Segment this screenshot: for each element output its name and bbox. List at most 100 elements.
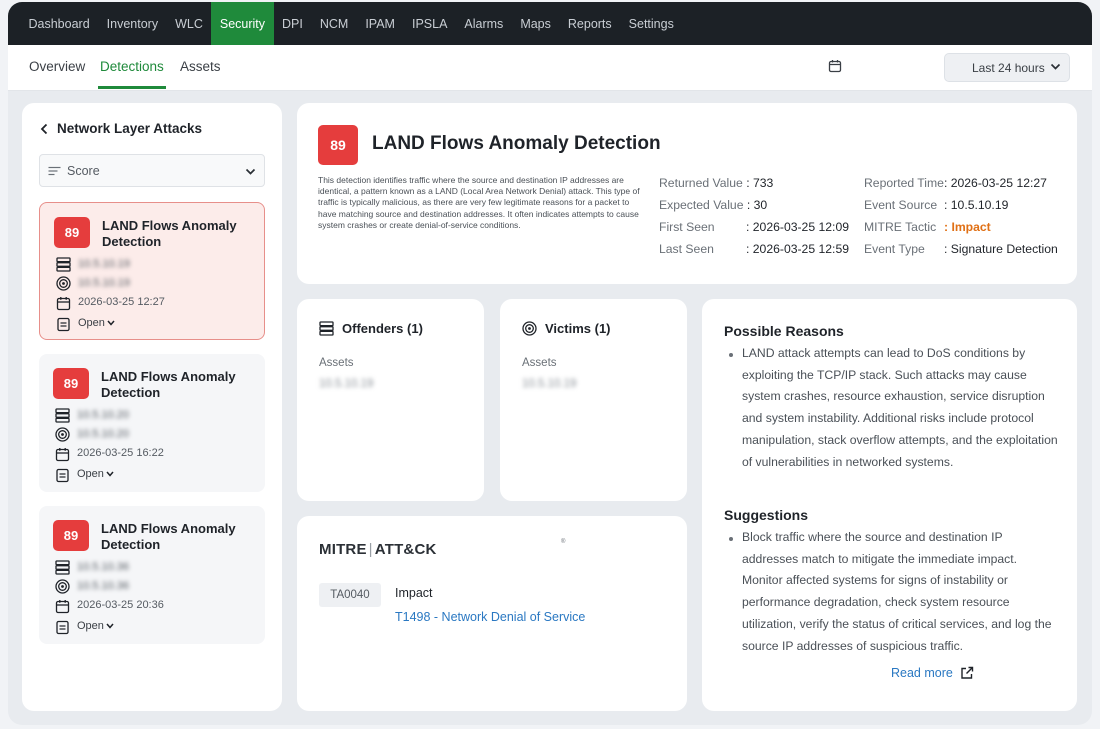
possible-reasons-title: Possible Reasons — [724, 323, 844, 339]
status-value: Open — [78, 317, 105, 329]
nav-dpi[interactable]: DPI — [274, 2, 312, 45]
bullet-dot — [729, 353, 733, 357]
tab-detections[interactable]: Detections — [100, 59, 164, 74]
reported-time: : 2026-03-25 12:27 — [943, 176, 1047, 190]
score-badge: 89 — [54, 217, 90, 248]
source-ip: 10.5.10.19 — [78, 258, 130, 270]
mitre-tactic-label: MITRE Tactic — [864, 220, 937, 234]
detection-detail-panel: 89 LAND Flows Anomaly Detection This det… — [297, 103, 1077, 284]
nav-inventory[interactable]: Inventory — [98, 2, 166, 45]
note-icon — [55, 620, 70, 635]
source-ip: 10.5.10.20 — [77, 409, 129, 421]
score-badge: 89 — [318, 125, 358, 165]
status-dropdown[interactable]: Open — [78, 317, 115, 329]
app-window: Dashboard Inventory WLC Security DPI NCM… — [8, 2, 1092, 725]
nav-ncm[interactable]: NCM — [311, 2, 356, 45]
sort-select[interactable]: Score — [39, 154, 265, 187]
victim-ip: 10.5.10.19 — [522, 378, 577, 390]
technique-link[interactable]: T1498 - Network Denial of Service — [395, 610, 585, 624]
nav-ipam[interactable]: IPAM — [357, 2, 404, 45]
status-dropdown[interactable]: Open — [77, 468, 114, 480]
sort-icon — [48, 166, 61, 176]
victims-assets-label: Assets — [522, 357, 557, 369]
expected-value: : 30 — [746, 198, 768, 212]
first-seen-label: First Seen — [659, 220, 715, 234]
last-seen: : 2026-03-25 12:59 — [746, 242, 849, 256]
detection-time: 2026-03-25 12:27 — [78, 296, 165, 308]
nav-wlc[interactable]: WLC — [167, 2, 212, 45]
detection-card[interactable]: 89 LAND Flows Anomaly Detection 10.5.10.… — [39, 506, 265, 644]
event-source-value: : 10.5.10.19 — [944, 198, 1008, 212]
nav-dashboard[interactable]: Dashboard — [20, 2, 98, 45]
list-title: Network Layer Attacks — [57, 121, 203, 136]
sort-value: Score — [67, 163, 100, 178]
detection-title: LAND Flows Anomaly Detection — [372, 133, 661, 154]
nav-alarms[interactable]: Alarms — [456, 2, 512, 45]
source-ip: 10.5.10.36 — [77, 561, 129, 573]
status-value: Open — [77, 620, 104, 632]
score-badge: 89 — [53, 368, 89, 399]
target-icon — [56, 276, 71, 291]
status-dropdown[interactable]: Open — [77, 620, 114, 632]
target-ip: 10.5.10.20 — [77, 428, 129, 440]
target-ip: 10.5.10.36 — [77, 580, 129, 592]
server-icon — [55, 560, 70, 575]
status-value: Open — [77, 468, 104, 480]
bullet-dot — [729, 537, 733, 541]
tactic-name: Impact — [395, 586, 433, 600]
back-button[interactable]: Network Layer Attacks — [40, 121, 202, 136]
victims-title: Victims (1) — [545, 321, 611, 336]
suggestions-text: Block traffic where the source and desti… — [742, 530, 1052, 653]
registered-mark: ® — [561, 539, 566, 545]
chevron-down-icon — [107, 320, 115, 326]
suggestions-title: Suggestions — [724, 507, 809, 523]
mitre-panel: MITRE | ATT&CK ® TA0040 Impact T1498 - Net… — [297, 516, 687, 711]
event-source: : 10.5.10.19 — [944, 198, 1009, 212]
offenders-title: Offenders (1) — [342, 321, 423, 336]
detection-card[interactable]: 89 LAND Flows Anomaly Detection 10.5.10.… — [39, 354, 265, 492]
nav-security[interactable]: Security — [211, 2, 274, 45]
mitre-logo-left: MITRE — [319, 541, 367, 558]
offenders-panel: Offenders (1) Assets 10.5.10.19 — [297, 299, 484, 501]
detection-card[interactable]: 89 LAND Flows Anomaly Detection 10.5.10.… — [39, 202, 265, 340]
offender-ip: 10.5.10.19 — [319, 378, 374, 390]
mitre-tactic-value: : Impact — [944, 220, 991, 234]
first-seen: : 2026-03-25 12:09 — [746, 220, 849, 234]
first-seen-value: : 2026-03-25 12:09 — [746, 220, 849, 234]
event-source-label: Event Source — [864, 198, 938, 212]
returned-value: : 733 — [746, 176, 774, 190]
event-type-label: Event Type — [864, 242, 925, 256]
detection-time: 2026-03-25 20:36 — [77, 599, 164, 611]
mitre-logo-right: ATT&CK — [374, 541, 437, 558]
expected-value-row: Expected Value : 30 — [659, 198, 767, 212]
top-nav: Dashboard Inventory WLC Security DPI NCM… — [8, 2, 1092, 45]
calendar-icon — [55, 447, 70, 462]
target-icon — [55, 579, 70, 594]
mitre-attack-logo: MITRE | ATT&CK — [319, 541, 437, 558]
nav-ipsla[interactable]: IPSLA — [403, 2, 455, 45]
offenders-assets-label: Assets — [319, 357, 354, 369]
time-range-select[interactable]: Last 24 hours — [944, 53, 1070, 82]
nav-reports[interactable]: Reports — [559, 2, 620, 45]
nav-maps[interactable]: Maps — [512, 2, 560, 45]
server-icon — [56, 257, 71, 272]
mitre-tactic: Impact — [951, 220, 991, 234]
calendar-icon — [56, 296, 71, 311]
target-icon — [522, 321, 537, 336]
returned-value-label: Returned Value — [659, 176, 743, 190]
last-seen-label: Last Seen — [659, 242, 714, 256]
note-icon — [55, 468, 70, 483]
server-icon — [319, 321, 334, 336]
offenders-header: Offenders (1) — [319, 321, 423, 336]
note-icon — [56, 317, 71, 332]
card-title: LAND Flows Anomaly Detection — [101, 521, 236, 552]
target-icon — [55, 427, 70, 442]
detection-time: 2026-03-25 16:22 — [77, 447, 164, 459]
active-tab-indicator — [98, 86, 166, 89]
tab-assets[interactable]: Assets — [180, 59, 221, 74]
calendar-icon[interactable] — [828, 59, 842, 73]
read-more-link[interactable]: Read more — [891, 666, 974, 680]
read-more-label: Read more — [891, 666, 953, 680]
tab-overview[interactable]: Overview — [29, 59, 85, 74]
nav-settings[interactable]: Settings — [620, 2, 682, 45]
